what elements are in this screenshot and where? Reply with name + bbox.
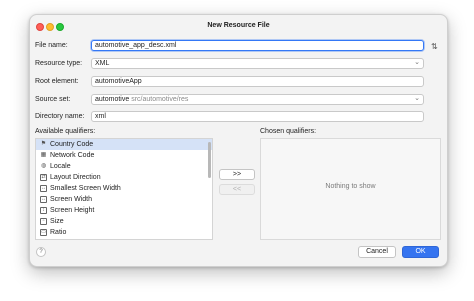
list-item[interactable]: ↔ Smallest Screen Width: [36, 183, 212, 194]
list-item[interactable]: ↕ Screen Height: [36, 205, 212, 216]
root-element-value: automotiveApp: [95, 78, 142, 85]
qualifier-label: Ratio: [50, 229, 67, 236]
resource-type-select[interactable]: XML ⌄: [91, 58, 424, 69]
network-icon: ▦: [40, 152, 47, 158]
globe-icon: ◍: [40, 163, 47, 169]
source-set-select[interactable]: automotive src/automotive/res ⌄: [91, 94, 424, 105]
qualifier-label: Screen Width: [50, 196, 93, 203]
resource-type-label: Resource type:: [35, 60, 83, 67]
ratio-icon: ▭: [40, 229, 47, 236]
list-item[interactable]: ↔ Screen Width: [36, 194, 212, 205]
qualifier-label: Screen Height: [50, 207, 95, 214]
qualifier-label: Layout Direction: [50, 174, 101, 181]
root-element-label: Root element:: [35, 78, 79, 85]
source-set-label: Source set:: [35, 96, 71, 103]
chosen-qualifiers-label: Chosen qualifiers:: [260, 128, 317, 135]
help-button[interactable]: ?: [36, 247, 46, 257]
screen: New Resource File File name: automotive_…: [0, 0, 474, 301]
remove-qualifier-button[interactable]: <<: [219, 184, 255, 195]
available-qualifiers-label: Available qualifiers:: [35, 128, 96, 135]
qualifier-label: Network Code: [50, 152, 95, 159]
qualifier-label: Country Code: [50, 141, 94, 148]
directory-name-label: Directory name:: [35, 113, 85, 120]
empty-state-text: Nothing to show: [325, 183, 376, 190]
list-item[interactable]: ▭ Ratio: [36, 227, 212, 238]
directory-name-input[interactable]: xml: [91, 111, 424, 122]
file-name-label: File name:: [35, 42, 68, 49]
cancel-button[interactable]: Cancel: [358, 246, 396, 258]
file-name-input[interactable]: automotive_app_desc.xml: [91, 40, 424, 51]
new-resource-file-dialog: New Resource File File name: automotive_…: [29, 14, 448, 267]
source-set-value: automotive: [95, 96, 130, 103]
smallest-width-icon: ↔: [40, 185, 47, 192]
screen-height-icon: ↕: [40, 207, 47, 214]
file-name-value: automotive_app_desc.xml: [95, 42, 177, 49]
available-qualifiers-list[interactable]: ⚑ Country Code ▦ Network Code ◍ Locale ⇄…: [35, 138, 213, 240]
screen-width-icon: ↔: [40, 196, 47, 203]
sort-arrows-icon[interactable]: ⇅: [431, 42, 438, 51]
chevron-down-icon: ⌄: [414, 95, 420, 102]
scrollbar-thumb[interactable]: [208, 142, 211, 178]
ok-button[interactable]: OK: [402, 246, 439, 258]
qualifier-label: Smallest Screen Width: [50, 185, 121, 192]
list-item[interactable]: ▫ Size: [36, 216, 212, 227]
list-item[interactable]: ⚑ Country Code: [36, 139, 212, 150]
list-item[interactable]: ⇄ Layout Direction: [36, 172, 212, 183]
resource-type-value: XML: [95, 60, 110, 67]
dialog-title: New Resource File: [207, 22, 270, 29]
list-item[interactable]: ◍ Locale: [36, 161, 212, 172]
add-qualifier-button[interactable]: >>: [219, 169, 255, 180]
root-element-input[interactable]: automotiveApp: [91, 76, 424, 87]
qualifier-label: Size: [50, 218, 64, 225]
list-item[interactable]: ▦ Network Code: [36, 150, 212, 161]
flag-icon: ⚑: [40, 141, 47, 147]
directory-name-value: xml: [95, 113, 106, 120]
chevron-down-icon: ⌄: [414, 59, 420, 66]
title-bar: New Resource File: [30, 15, 447, 37]
layout-direction-icon: ⇄: [40, 174, 47, 181]
chosen-qualifiers-list[interactable]: Nothing to show: [260, 138, 441, 240]
size-icon: ▫: [40, 218, 47, 225]
source-set-path: src/automotive/res: [131, 96, 189, 103]
qualifier-label: Locale: [50, 163, 71, 170]
